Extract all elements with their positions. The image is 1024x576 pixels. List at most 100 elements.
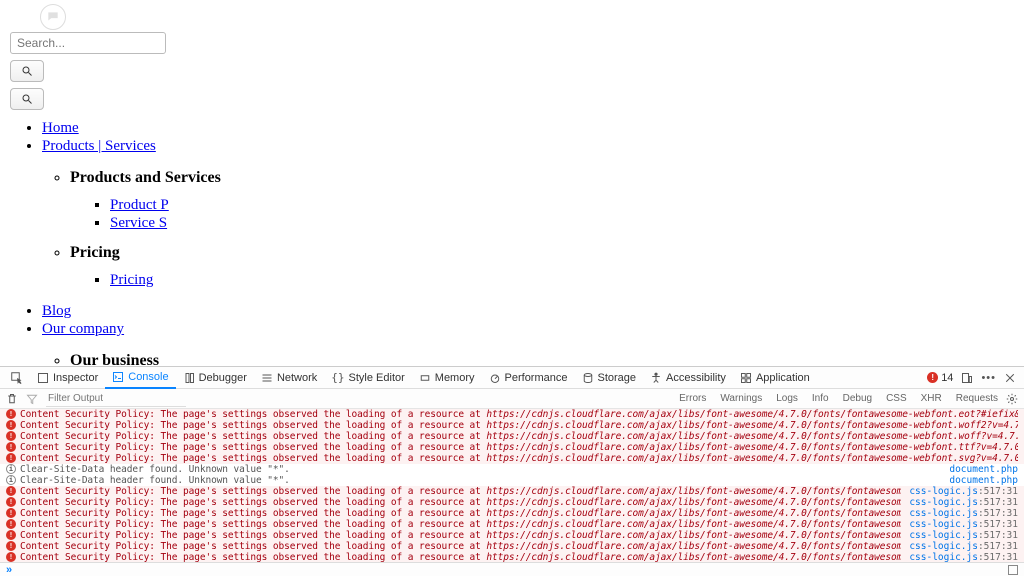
console-message: Clear-Site-Data header found. Unknown va… bbox=[20, 475, 941, 486]
console-row[interactable]: ! Content Security Policy: The page's set… bbox=[0, 508, 1024, 519]
console-row[interactable]: !Content Security Policy: The page's set… bbox=[0, 442, 1024, 453]
tab-accessibility[interactable]: Accessibility bbox=[643, 367, 733, 388]
console-row[interactable]: i Clear-Site-Data header found. Unknown v… bbox=[0, 464, 1024, 475]
error-icon: ! bbox=[6, 453, 16, 463]
tab-inspector[interactable]: Inspector bbox=[30, 367, 105, 388]
console-message: Clear-Site-Data header found. Unknown va… bbox=[20, 464, 941, 475]
nav-products-services[interactable]: Products | Services bbox=[42, 138, 156, 154]
console-row[interactable]: !Content Security Policy: The page's set… bbox=[0, 519, 1024, 530]
tab-storage[interactable]: Storage bbox=[575, 367, 644, 388]
console-row[interactable]: !Content Security Policy: The page's set… bbox=[0, 530, 1024, 541]
tab-console[interactable]: Console bbox=[105, 368, 175, 389]
filter-debug[interactable]: Debug bbox=[837, 391, 878, 406]
console-row[interactable]: i Clear-Site-Data header found. Unknown v… bbox=[0, 475, 1024, 486]
accessibility-icon bbox=[650, 372, 662, 384]
heading-products-and-services: Products and Services bbox=[70, 169, 1018, 187]
filter-logs[interactable]: Logs bbox=[770, 391, 804, 406]
search-button-1[interactable] bbox=[10, 60, 44, 82]
filter-requests[interactable]: Requests bbox=[950, 391, 1004, 406]
console-source-link[interactable]: document.php bbox=[941, 464, 1018, 475]
error-count-badge[interactable]: !14 bbox=[927, 372, 953, 384]
prompt-caret-icon: » bbox=[6, 564, 12, 576]
console-row[interactable]: !Content Security Policy: The page's set… bbox=[0, 453, 1024, 464]
search-icon bbox=[21, 93, 33, 105]
console-row[interactable]: !Content Security Policy: The page's set… bbox=[0, 541, 1024, 552]
console-output[interactable]: ! Content Security Policy: The page's set… bbox=[0, 409, 1024, 562]
element-picker-icon bbox=[11, 372, 23, 384]
site-logo[interactable] bbox=[40, 4, 66, 30]
filter-info[interactable]: Info bbox=[806, 391, 835, 406]
tab-style-editor[interactable]: {}Style Editor bbox=[324, 367, 412, 388]
console-message: Content Security Policy: The page's sett… bbox=[20, 486, 901, 497]
console-message: Content Security Policy: The page's sett… bbox=[20, 409, 1018, 420]
error-icon: ! bbox=[6, 552, 16, 562]
console-row[interactable]: ! Content Security Policy: The page's set… bbox=[0, 431, 1024, 442]
tab-network[interactable]: Network bbox=[254, 367, 324, 388]
console-icon bbox=[112, 371, 124, 383]
search-button-2[interactable] bbox=[10, 88, 44, 110]
performance-icon bbox=[489, 372, 501, 384]
console-row[interactable]: ! Content Security Policy: The page's set… bbox=[0, 497, 1024, 508]
error-icon: ! bbox=[6, 508, 16, 518]
devtools-panel: Inspector Console Debugger Network {}Sty… bbox=[0, 366, 1024, 576]
sidebar-toggle-icon[interactable] bbox=[1008, 565, 1018, 575]
error-icon: ! bbox=[6, 486, 16, 496]
link-product-p[interactable]: Product P bbox=[110, 197, 169, 213]
error-icon: ! bbox=[6, 541, 16, 551]
console-message: Content Security Policy: The page's sett… bbox=[20, 442, 1018, 453]
filter-css[interactable]: CSS bbox=[880, 391, 913, 406]
close-icon[interactable] bbox=[1004, 372, 1016, 384]
error-icon: ! bbox=[6, 497, 16, 507]
subnav-products: Products and Services Product P Service … bbox=[42, 169, 1018, 289]
console-source-link[interactable]: document.php bbox=[941, 475, 1018, 486]
console-source-link[interactable]: css-logic.js:517:31 bbox=[901, 497, 1018, 508]
console-message: Content Security Policy: The page's sett… bbox=[20, 530, 901, 541]
filter-xhr[interactable]: XHR bbox=[915, 391, 948, 406]
info-icon: i bbox=[6, 464, 16, 474]
console-filter-input[interactable] bbox=[46, 391, 186, 407]
console-input-bar[interactable]: » bbox=[0, 562, 1024, 576]
nav-blog[interactable]: Blog bbox=[42, 303, 71, 319]
info-icon: i bbox=[6, 475, 16, 485]
console-message: Content Security Policy: The page's sett… bbox=[20, 519, 901, 530]
funnel-icon bbox=[26, 393, 38, 405]
trash-icon[interactable] bbox=[6, 393, 18, 405]
console-message: Content Security Policy: The page's sett… bbox=[20, 508, 901, 519]
tab-memory[interactable]: Memory bbox=[412, 367, 482, 388]
inspector-icon bbox=[37, 372, 49, 384]
console-message: Content Security Policy: The page's sett… bbox=[20, 497, 901, 508]
devtools-tabbar: Inspector Console Debugger Network {}Sty… bbox=[0, 367, 1024, 389]
console-source-link[interactable]: css-logic.js:517:31 bbox=[901, 486, 1018, 497]
console-message: Content Security Policy: The page's sett… bbox=[20, 552, 901, 562]
filter-errors[interactable]: Errors bbox=[673, 391, 712, 406]
console-source-link[interactable]: css-logic.js:517:31 bbox=[901, 552, 1018, 562]
console-row[interactable]: !Content Security Policy: The page's set… bbox=[0, 409, 1024, 420]
tab-application[interactable]: Application bbox=[733, 367, 817, 388]
nav-our-company[interactable]: Our company bbox=[42, 321, 124, 337]
filter-warnings[interactable]: Warnings bbox=[714, 391, 768, 406]
kebab-menu-icon[interactable]: ••• bbox=[981, 372, 996, 384]
console-source-link[interactable]: css-logic.js:517:31 bbox=[901, 519, 1018, 530]
debugger-icon bbox=[183, 372, 195, 384]
error-icon: ! bbox=[6, 431, 16, 441]
memory-icon bbox=[419, 372, 431, 384]
chat-icon bbox=[46, 10, 60, 24]
console-row[interactable]: !Content Security Policy: The page's set… bbox=[0, 420, 1024, 431]
network-icon bbox=[261, 372, 273, 384]
console-row[interactable]: ! Content Security Policy: The page's set… bbox=[0, 552, 1024, 562]
console-source-link[interactable]: css-logic.js:517:31 bbox=[901, 508, 1018, 519]
storage-icon bbox=[582, 372, 594, 384]
console-source-link[interactable]: css-logic.js:517:31 bbox=[901, 530, 1018, 541]
console-row[interactable]: ! Content Security Policy: The page's set… bbox=[0, 486, 1024, 497]
search-input[interactable] bbox=[10, 32, 166, 54]
nav-home[interactable]: Home bbox=[42, 120, 79, 136]
tab-performance[interactable]: Performance bbox=[482, 367, 575, 388]
tab-picker[interactable] bbox=[4, 367, 30, 388]
tab-debugger[interactable]: Debugger bbox=[176, 367, 254, 388]
link-pricing[interactable]: Pricing bbox=[110, 272, 153, 288]
console-source-link[interactable]: css-logic.js:517:31 bbox=[901, 541, 1018, 552]
responsive-mode-icon[interactable] bbox=[961, 372, 973, 384]
gear-icon[interactable] bbox=[1006, 393, 1018, 405]
console-message: Content Security Policy: The page's sett… bbox=[20, 431, 1018, 442]
link-service-s[interactable]: Service S bbox=[110, 215, 167, 231]
